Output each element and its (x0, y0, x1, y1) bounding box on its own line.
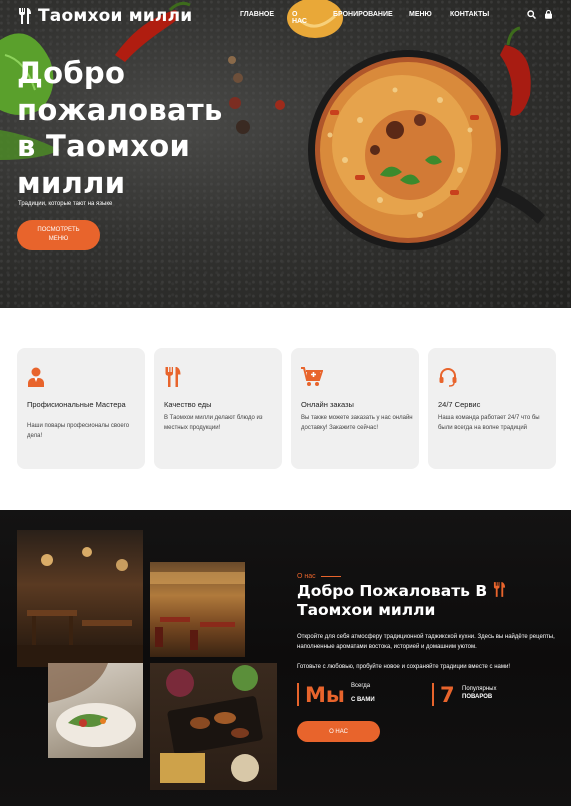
about-title-line2: Таомхои милли (297, 601, 436, 619)
features-section: Профисиональные Мастера Наши повары проф… (0, 308, 571, 510)
nav-home[interactable]: ГЛАВНОЕ (240, 11, 274, 18)
stat-number: Мы (305, 683, 345, 707)
top-nav: Таомхои милли ГЛАВНОЕ О НАС БРОНИРОВАНИЕ… (0, 0, 571, 32)
brand-name: Таомхои милли (38, 6, 193, 26)
feature-title: Профисиональные Мастера (27, 400, 126, 409)
feature-title: Качество еды (164, 400, 212, 409)
chef-icon (28, 367, 44, 387)
stat-number: 7 (440, 683, 455, 707)
stat-label: Всегда (351, 683, 371, 689)
salad-photo (48, 663, 143, 758)
fork-knife-icon (165, 367, 181, 387)
dishes-photo (150, 663, 277, 790)
dining-hall-photo (150, 562, 245, 657)
nav-icons (527, 10, 553, 19)
about-label-line (320, 576, 341, 577)
dining-illustration (150, 572, 245, 650)
stat-label-bold: поваров (462, 694, 493, 700)
about-label-text: О нас (297, 573, 316, 580)
interior-illustration (17, 547, 143, 667)
cart-icon[interactable] (544, 10, 553, 19)
stat-label-bold: с вами (351, 697, 375, 703)
nav-about[interactable]: О НАС (292, 11, 307, 25)
nav-booking[interactable]: БРОНИРОВАНИЕ (333, 11, 393, 18)
about-section: О нас Добро Пожаловать В Таомхои милли О… (0, 510, 571, 806)
salad-illustration (48, 663, 136, 747)
cart-plus-icon (301, 367, 323, 386)
feature-text: Вы также можете заказать у нас онлайн до… (301, 415, 413, 431)
feature-card: Профисиональные Мастера Наши повары проф… (17, 348, 145, 469)
fork-knife-icon (493, 582, 505, 597)
feature-card: 24/7 Сервис Наша команда работает 24/7 ч… (428, 348, 556, 469)
headset-icon (439, 368, 457, 387)
view-menu-button[interactable]: ПОСМОТРЕТЬ МЕНЮ (17, 220, 100, 250)
about-title-line1: Добро Пожаловать В (297, 582, 488, 600)
feature-text: Наши повары професионалы своего дела! (27, 423, 130, 439)
restaurant-interior-photo (17, 530, 143, 667)
logo[interactable]: Таомхои милли (18, 6, 192, 26)
hero-subtitle: Традиции, которые тают на языке (18, 201, 113, 207)
about-title: Добро Пожаловать В Таомхои милли (297, 582, 547, 620)
stat-divider (297, 683, 299, 706)
feature-text: Наша команда работает 24/7 что бы были в… (438, 415, 540, 431)
fork-knife-icon (19, 8, 31, 24)
feature-text: В Таомхои милли делают блюдо из местных … (164, 415, 263, 431)
about-label: О нас (297, 573, 341, 580)
feature-card: Качество еды В Таомхои милли делают блюд… (154, 348, 282, 469)
stat-label: Популярных (462, 686, 497, 692)
feature-card: Онлайн заказы Вы также можете заказать у… (291, 348, 419, 469)
about-paragraph-2: Готовьте с любовью, пробуйте новое и сох… (297, 664, 510, 670)
nav-menu[interactable]: МЕНЮ (409, 11, 432, 18)
hero-section: Таомхои милли ГЛАВНОЕ О НАС БРОНИРОВАНИЕ… (0, 0, 571, 308)
stat-divider (432, 683, 434, 706)
about-us-button[interactable]: О НАС (297, 721, 380, 742)
dishes-illustration (160, 665, 263, 783)
feature-title: 24/7 Сервис (438, 400, 481, 409)
nav-contacts[interactable]: КОНТАКТЫ (450, 11, 489, 18)
hero-title: Добро пожаловать в Таомхои милли (17, 56, 223, 200)
feature-title: Онлайн заказы (301, 400, 354, 409)
search-icon[interactable] (527, 10, 536, 19)
about-paragraph: Откройте для себя атмосферу традиционной… (297, 634, 555, 650)
